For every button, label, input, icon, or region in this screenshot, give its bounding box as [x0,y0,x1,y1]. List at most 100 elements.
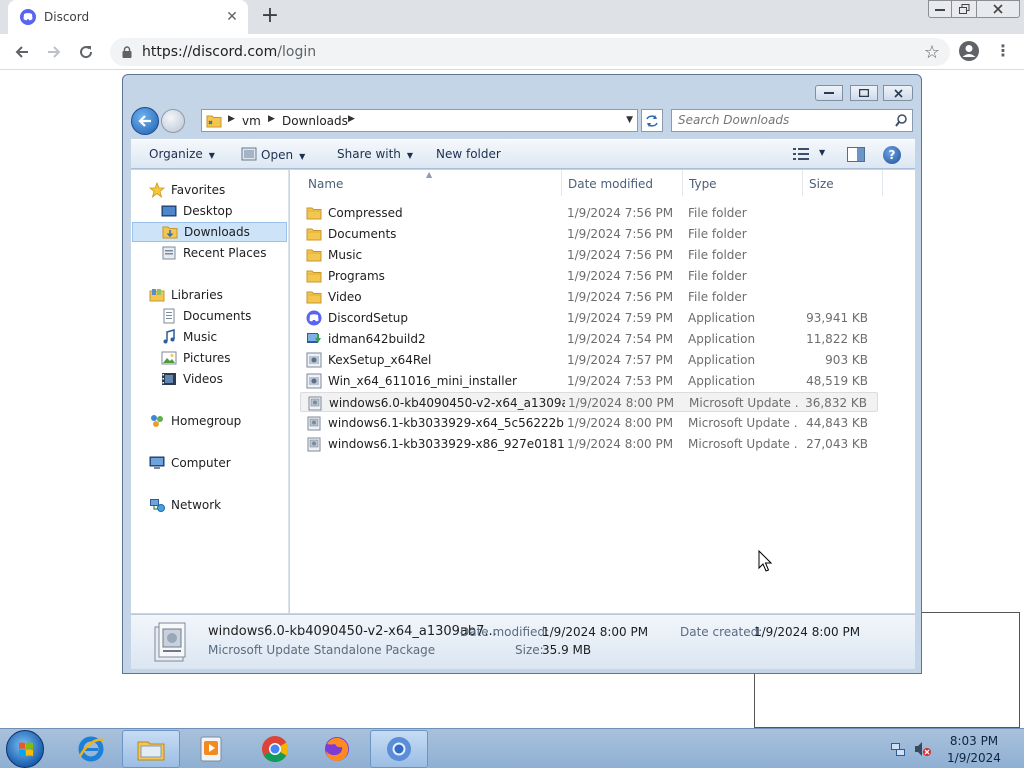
explorer-maximize-button[interactable] [850,85,878,101]
taskbar-file-explorer[interactable] [122,730,180,768]
file-date-modified: 1/9/2024 7:56 PM [567,206,674,220]
file-row[interactable]: KexSetup_x64Rel 1/9/2024 7:57 PM Applicati… [300,350,878,370]
folder-icon [306,291,322,304]
browser-close-button[interactable] [976,0,1020,18]
file-row[interactable]: windows6.0-kb4090450-v2-x64_a1309ab7...1… [300,392,878,412]
nav-network[interactable]: Network [149,495,221,515]
reload-icon[interactable] [74,40,98,64]
file-row[interactable]: Programs 1/9/2024 7:56 PM File folder [300,266,878,286]
bookmark-star-icon[interactable]: ☆ [924,42,940,63]
chrome-icon [262,736,289,763]
explorer-address-bar[interactable]: ▶ vm ▶ Downloads ▶ ▼ [201,109,638,132]
browser-menu-icon[interactable]: ⋮ [995,42,1011,60]
share-with-button[interactable]: Share with ▼ [337,147,413,161]
organize-button[interactable]: Organize ▼ [149,147,215,161]
nav-documents[interactable]: Documents [161,306,251,326]
breadcrumb-chevron-icon[interactable]: ▶ [348,114,355,124]
details-file-type: Microsoft Update Standalone Package [208,643,436,657]
desktop-icon [161,205,177,217]
search-icon[interactable] [895,114,907,127]
network-tray-icon[interactable] [890,741,906,757]
file-type: Microsoft Update ... [689,396,799,410]
browser-restore-button[interactable] [951,0,977,18]
nav-desktop[interactable]: Desktop [161,201,233,221]
homegroup-icon [151,415,163,427]
tab-close-icon[interactable]: ✕ [222,7,242,27]
taskbar-firefox[interactable] [308,730,366,768]
breadcrumb-chevron-icon[interactable]: ▶ [268,114,275,124]
file-row[interactable]: Music 1/9/2024 7:56 PM File folder [300,245,878,265]
refresh-icon[interactable] [641,109,663,132]
back-arrow-icon[interactable] [10,40,34,64]
file-row[interactable]: idman642build2 1/9/2024 7:54 PM Applicatio… [300,329,878,349]
breadcrumb-chevron-icon[interactable]: ▶ [228,114,235,124]
start-button[interactable] [6,730,44,768]
details-date-modified-label: Date modified: [460,625,550,639]
open-button[interactable]: Open ▼ [241,147,305,162]
file-name: idman642build2 [328,332,426,346]
preview-pane-icon[interactable] [847,147,865,162]
forward-arrow-icon[interactable] [42,40,66,64]
explorer-window: ▶ vm ▶ Downloads ▶ ▼ Organize▼ Open▼ Sha… [122,74,922,674]
taskbar-internet-explorer[interactable] [62,730,120,768]
file-row[interactable]: windows6.1-kb3033929-x64_5c56222b0ca...1… [300,413,878,433]
help-icon[interactable]: ? [883,146,901,164]
explorer-forward-icon[interactable] [161,109,185,133]
nav-computer[interactable]: Computer [149,453,231,473]
installer-icon [307,333,321,343]
volume-muted-icon[interactable] [914,741,932,757]
file-date-modified: 1/9/2024 8:00 PM [568,396,675,410]
breadcrumb-downloads[interactable]: Downloads [282,114,348,128]
file-type: Microsoft Update ... [688,437,798,451]
column-header-size[interactable]: Size [803,170,883,196]
taskbar-media-player[interactable] [182,730,240,768]
file-type: Application [688,311,756,325]
nav-favorites[interactable]: Favorites [149,180,225,200]
file-type: Microsoft Update ... [688,416,798,430]
nav-music[interactable]: Music [161,327,217,347]
address-dropdown-icon[interactable]: ▼ [626,115,633,125]
new-folder-button[interactable]: New folder [436,147,501,161]
explorer-close-button[interactable] [883,85,913,101]
search-input[interactable] [678,113,888,127]
breadcrumb-vm[interactable]: vm [242,114,261,128]
file-row[interactable]: Win_x64_611016_mini_installer 1/9/2024 7:… [300,371,878,391]
chevron-down-icon[interactable]: ▼ [819,148,825,157]
chromium-icon [387,737,411,761]
nav-recent-places[interactable]: Recent Places [161,243,266,263]
explorer-back-icon[interactable] [131,107,159,135]
nav-pictures[interactable]: Pictures [161,348,231,368]
file-row[interactable]: Documents 1/9/2024 7:56 PM File folder [300,224,878,244]
folder-icon [306,270,322,283]
star-icon [149,182,165,198]
update-package-icon [307,416,321,431]
browser-tab[interactable]: Discord ✕ [8,0,248,34]
profile-avatar-icon[interactable] [958,40,980,62]
file-type: Application [688,353,756,367]
nav-downloads[interactable]: Downloads [132,222,287,242]
views-icon[interactable] [793,148,809,160]
address-bar[interactable]: https://discord.com/login ☆ [110,38,950,66]
setup-icon [306,373,322,389]
clock-time[interactable]: 8:03 PM [936,734,1012,748]
nav-videos[interactable]: Videos [161,369,223,389]
windows-logo-icon [19,742,33,756]
nav-libraries[interactable]: Libraries [149,285,223,305]
column-header-type[interactable]: Type [683,170,803,196]
update-package-icon [308,396,322,411]
taskbar-chrome[interactable] [246,730,304,768]
file-row[interactable]: DiscordSetup 1/9/2024 7:59 PM Application 9… [300,308,878,328]
explorer-minimize-button[interactable] [815,85,843,101]
explorer-search-box[interactable] [671,109,913,132]
taskbar-chromium[interactable] [370,730,428,768]
clock-date[interactable]: 1/9/2024 [936,751,1012,765]
browser-minimize-button[interactable] [928,0,952,18]
new-tab-button[interactable]: + [258,5,282,29]
update-package-icon [307,437,321,452]
column-header-date-modified[interactable]: Date modified [562,170,683,196]
nav-homegroup[interactable]: Homegroup [149,411,241,431]
file-row[interactable]: Compressed 1/9/2024 7:56 PM File folder [300,203,878,223]
file-row[interactable]: Video 1/9/2024 7:56 PM File folder [300,287,878,307]
file-row[interactable]: windows6.1-kb3033929-x86_927e018113f...1… [300,434,878,454]
pictures-icon [161,351,177,365]
